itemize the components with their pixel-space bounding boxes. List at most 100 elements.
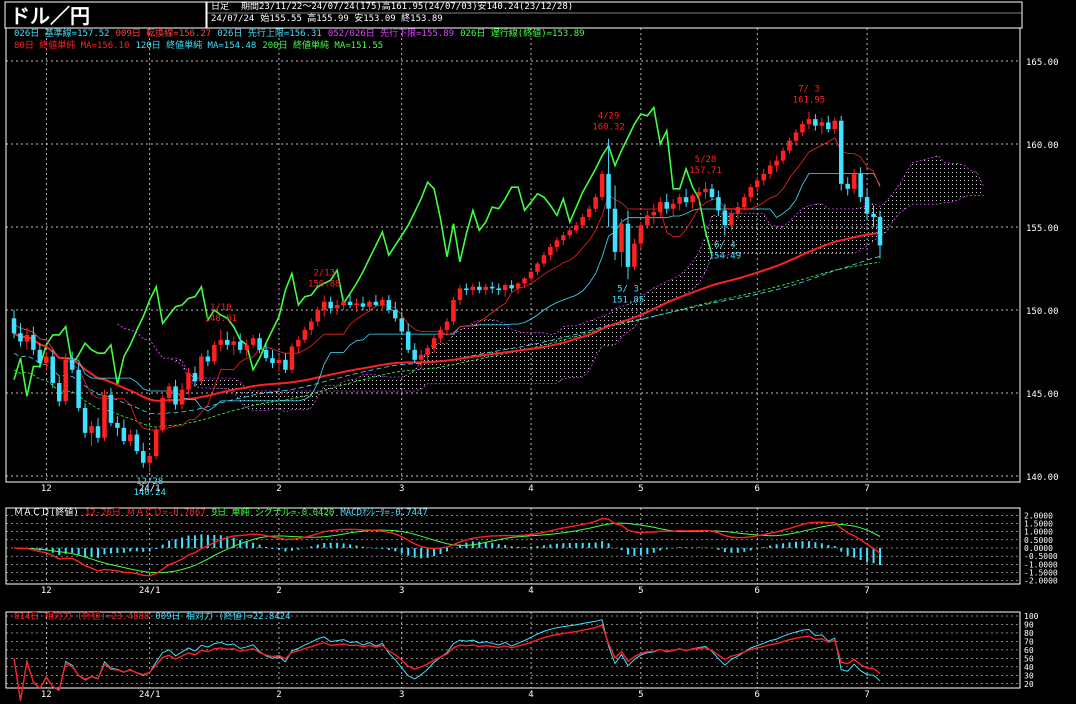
candle-body	[580, 217, 585, 226]
candle-body	[76, 369, 81, 408]
period-info: 期間23/11/22～24/07/24(175)高161.95(24/07/03…	[241, 2, 574, 12]
annotation-date: 5/28	[695, 155, 717, 165]
ichimoku-legend: 026日 基準線=157.52 009日 転換線=156.27 026日 先行上限=…	[14, 29, 591, 40]
chart-type-label: 日足	[211, 2, 230, 12]
candle-body	[554, 240, 560, 247]
macd-legend: ＭＡＣＤ(終値) 12-26日 ＭＡＣＤ=-0.7867 9日 単純 シグナル=-0…	[14, 508, 434, 519]
tenkan-line	[13, 137, 881, 431]
candle-body	[244, 344, 249, 350]
candle-body	[696, 192, 702, 196]
x-tick-label: 6	[754, 690, 759, 700]
y-tick-label: 155.00	[1026, 224, 1059, 234]
candle-body	[871, 213, 876, 218]
annotation-value: 160.32	[592, 123, 625, 133]
candle-body	[108, 394, 114, 423]
candle-body	[315, 310, 321, 322]
candle-body	[24, 334, 30, 342]
x-tick-label: 7	[864, 690, 869, 700]
legend-entry: 120日 終値単純 MA=154.48	[135, 41, 257, 51]
candle-body	[658, 202, 663, 213]
candle-body	[95, 426, 101, 438]
candle-body	[528, 271, 534, 279]
y-tick-label: 20	[1024, 680, 1034, 689]
candle-body	[793, 132, 799, 141]
candle-body	[166, 386, 172, 398]
candle-body	[826, 122, 831, 130]
candle-body	[767, 165, 773, 174]
candle-body	[683, 197, 689, 203]
candle-body	[716, 197, 721, 211]
candle-body	[31, 334, 36, 350]
y-tick-label: 150.00	[1026, 307, 1059, 317]
legend-entry: 026日 先行上限=156.31	[217, 29, 322, 39]
candle-body	[283, 359, 288, 370]
candle-body	[858, 173, 863, 198]
rsi9-line	[13, 619, 881, 701]
candle-body	[225, 339, 230, 345]
candle-body	[393, 310, 398, 319]
candle-body	[735, 207, 741, 214]
candle-body	[218, 339, 224, 345]
x-tick-label: 6	[754, 586, 759, 596]
x-tick-label: 12	[41, 586, 52, 596]
candle-body	[813, 119, 818, 126]
x-tick-label: 4	[528, 690, 533, 700]
candle-body	[37, 349, 43, 364]
candle-body	[341, 301, 346, 306]
legend-entry: 052/026日 先行下限=155.89	[327, 29, 455, 39]
candle-body	[851, 173, 857, 189]
x-tick-label: 2	[276, 484, 281, 494]
legend-entry: 026日 基準線=157.52	[14, 29, 110, 39]
legend-entry: 014日 相対力 (終値)=23.4888	[14, 612, 150, 622]
candle-body	[56, 383, 62, 402]
candle-body	[257, 338, 262, 350]
y-tick-label: 160.00	[1026, 141, 1059, 151]
candle-body	[134, 434, 140, 452]
candle-body	[670, 203, 676, 209]
x-tick-label: 3	[399, 586, 404, 596]
candle-body	[50, 356, 56, 384]
chart-title: ドル／円	[10, 4, 90, 28]
candle-body	[561, 235, 566, 241]
candle-body	[63, 359, 68, 402]
candle-body	[742, 197, 747, 208]
candle-body	[192, 373, 198, 382]
candle-body	[186, 373, 191, 390]
legend-entry: MACDｵｼﾚｰﾀ=-0.7447	[340, 508, 428, 518]
candle-body	[502, 285, 508, 291]
x-tick-label: 12	[41, 484, 52, 494]
candle-body	[212, 344, 217, 362]
x-tick-label: 4	[528, 484, 533, 494]
rsi-legend: 014日 相対力 (終値)=23.4888 009日 相対力 (終値)=22.84…	[14, 612, 297, 623]
x-tick-label: 5	[638, 586, 643, 596]
candle-body	[237, 341, 243, 350]
y-tick-label: -2.0000	[1024, 577, 1058, 586]
ohlc-info: 24/07/24 始155.55 高155.99 安153.09 終153.89	[211, 14, 443, 25]
candle-body	[160, 397, 165, 430]
x-tick-label: 24/1	[139, 586, 161, 596]
annotation-date: 7/ 3	[798, 85, 820, 95]
x-tick-label: 2	[276, 586, 281, 596]
candle-body	[535, 263, 540, 272]
candle-body	[82, 407, 88, 433]
x-tick-label: 3	[399, 690, 404, 700]
current-date: 24/07/24	[211, 14, 255, 24]
x-tick-label: 5	[638, 484, 643, 494]
candle-body	[380, 300, 385, 306]
annotation-value: 150.88	[308, 279, 341, 289]
candle-body	[548, 246, 553, 256]
candle-body	[703, 188, 708, 193]
candle-body	[276, 359, 282, 364]
candle-body	[140, 451, 146, 463]
annotation-date: 6/ 4	[714, 240, 736, 250]
candle-body	[115, 422, 120, 428]
candle-body	[354, 303, 359, 306]
ma-legend: 80日 終値単純 MA=156.10 120日 終値単純 MA=154.48 200…	[14, 41, 389, 52]
candle-body	[464, 288, 469, 291]
x-tick-label: 6	[754, 484, 759, 494]
candle-body	[651, 212, 657, 216]
candle-body	[780, 150, 786, 161]
candle-body	[367, 301, 372, 307]
candle-body	[18, 333, 23, 342]
candle-body	[761, 173, 766, 181]
